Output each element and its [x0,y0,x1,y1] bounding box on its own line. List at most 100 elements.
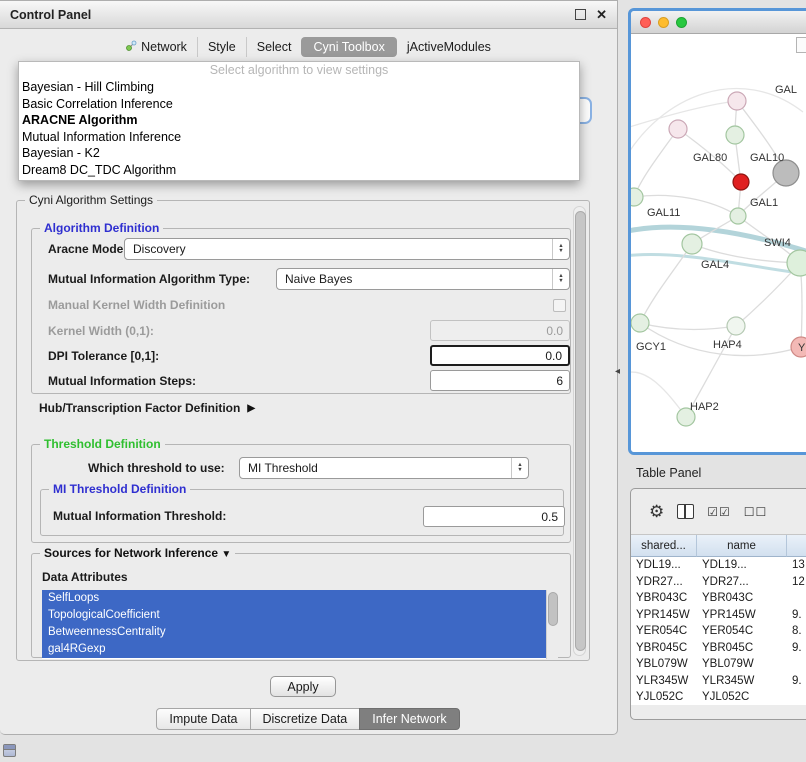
select-all-icon[interactable]: ☑☑ [707,505,731,519]
table-row[interactable]: YDR27...YDR27...12 [631,574,806,591]
mi-steps-field[interactable]: 6 [430,370,570,391]
graph-node[interactable] [728,92,746,110]
dropdown-item-selected[interactable]: ARACNE Algorithm [19,112,579,129]
traffic-light-close[interactable] [640,17,651,28]
attribute-item[interactable]: gal4RGexp [42,641,546,658]
graph-node[interactable] [733,174,749,190]
mi-algorithm-type-combobox[interactable]: Naive Bayes ▲▼ [276,268,570,290]
network-canvas[interactable]: GALGAL80GAL10GAL11GAL1SWI4GAL4GCY1HAP4HA… [631,34,806,455]
columns-icon[interactable] [677,504,694,519]
table-row[interactable]: YBR043CYBR043C [631,590,806,607]
field-value: 0.0 [545,349,562,363]
graph-node-label: GAL80 [693,152,727,164]
dropdown-placeholder: Select algorithm to view settings [19,62,579,79]
panel-splitter-handle[interactable]: ◂ [615,366,620,377]
canvas-overview-widget[interactable] [796,37,806,53]
graph-node[interactable] [682,234,702,254]
dropdown-item[interactable]: Mutual Information Inference [19,129,579,146]
column-header-name[interactable]: name [697,535,787,557]
graph-node[interactable] [631,314,649,332]
tab-impute-data[interactable]: Impute Data [156,708,250,730]
graph-node-label: GAL1 [750,197,778,209]
tab-label: Cyni Toolbox [313,40,384,54]
column-header[interactable] [787,535,806,557]
graph-node[interactable] [669,120,687,138]
cell: YBR043C [631,590,697,607]
table-toolbar: ⚙ ☑☑ ☐☐ [631,489,806,535]
table-panel-title: Table Panel [636,466,701,480]
table-row[interactable]: YER054CYER054C8. [631,623,806,640]
graph-node-label: Y [798,342,806,354]
tab-discretize-data[interactable]: Discretize Data [250,708,361,730]
hub-definition-expander[interactable]: Hub/Transcription Factor Definition ▶ [39,401,255,415]
settings-scrollbar[interactable] [573,206,586,656]
dropdown-item[interactable]: Dream8 DC_TDC Algorithm [19,162,579,179]
algorithm-dropdown-popup: Select algorithm to view settings Bayesi… [18,61,580,181]
traffic-light-zoom[interactable] [676,17,687,28]
attribute-item[interactable]: SelfLoops [42,590,546,607]
table-row[interactable]: YBL079WYBL079W [631,656,806,673]
tab-network[interactable]: Network [116,37,197,57]
graph-node-label: GAL11 [647,207,680,219]
cell: YLR345W [697,673,787,690]
graph-node[interactable] [727,317,745,335]
cell [787,590,806,607]
close-icon[interactable]: ✕ [596,7,607,23]
aracne-mode-combobox[interactable]: Discovery ▲▼ [124,238,570,260]
graph-node-label: HAP2 [690,401,719,413]
manual-kernel-checkbox[interactable] [553,299,566,312]
kernel-width-field[interactable]: 0.0 [430,320,570,341]
dpi-tolerance-field[interactable]: 0.0 [430,345,570,366]
graph-node-label: GAL10 [750,152,784,164]
cell: YER054C [631,623,697,640]
tab-infer-network[interactable]: Infer Network [359,708,459,730]
graph-node[interactable] [631,188,643,206]
hub-definition-label: Hub/Transcription Factor Definition [39,401,240,415]
network-view-window: GALGAL80GAL10GAL11GAL1SWI4GAL4GCY1HAP4HA… [628,8,806,455]
dropdown-item[interactable]: Bayesian - K2 [19,145,579,162]
which-threshold-combobox[interactable]: MI Threshold ▲▼ [239,457,529,479]
attribute-item[interactable]: TopologicalCoefficient [42,607,546,624]
control-panel-title: Control Panel [10,8,575,22]
mi-threshold-definition-title: MI Threshold Definition [49,482,190,496]
apply-button[interactable]: Apply [270,676,336,697]
table-row[interactable]: YDL19...YDL19...13 [631,557,806,574]
cell: YBL079W [697,656,787,673]
table-row[interactable]: YJL052CYJL052C [631,689,806,706]
aracne-mode-label: Aracne Mode: [48,242,127,256]
dropdown-item[interactable]: Bayesian - Hill Climbing [19,79,579,96]
dropdown-item[interactable]: Basic Correlation Inference [19,96,579,113]
combobox-arrows-icon: ▲▼ [511,458,528,478]
tab-style[interactable]: Style [197,37,246,57]
tab-select[interactable]: Select [246,37,302,57]
tab-cyni-toolbox[interactable]: Cyni Toolbox [301,37,396,57]
mi-threshold-field[interactable]: 0.5 [423,506,565,527]
deselect-all-icon[interactable]: ☐☐ [744,505,768,519]
cell: YDL19... [697,557,787,574]
float-window-icon[interactable] [575,9,586,20]
minimized-panel-icon[interactable] [3,744,16,757]
cell: YBR045C [631,640,697,657]
traffic-light-minimize[interactable] [658,17,669,28]
table-row[interactable]: YPR145WYPR145W9. [631,607,806,624]
cell: YBL079W [631,656,697,673]
table-row[interactable]: YLR345WYLR345W9. [631,673,806,690]
graph-node-label: HAP4 [713,339,742,351]
gear-icon[interactable]: ⚙ [649,502,664,522]
graph-node[interactable] [726,126,744,144]
combobox-value: Naive Bayes [277,272,552,286]
scrollbar-thumb[interactable] [575,211,586,651]
table-row[interactable]: YBR045CYBR045C9. [631,640,806,657]
scrollbar-thumb[interactable] [548,592,558,626]
tab-label: Style [208,40,236,54]
attribute-item[interactable]: BetweennessCentrality [42,624,546,641]
graph-node[interactable] [730,208,746,224]
cell: YJL052C [697,689,787,706]
column-header-shared-name[interactable]: shared... [631,535,697,557]
cyni-algorithm-settings-group: Cyni Algorithm Settings Algorithm Defini… [16,200,590,661]
tab-jactivemodules[interactable]: jActiveModules [397,37,501,57]
combobox-arrows-icon: ▲▼ [552,239,569,259]
sources-group-title[interactable]: Sources for Network Inference ▼ [40,546,235,560]
tab-label: Select [257,40,292,54]
attributes-scrollbar[interactable] [546,590,558,659]
